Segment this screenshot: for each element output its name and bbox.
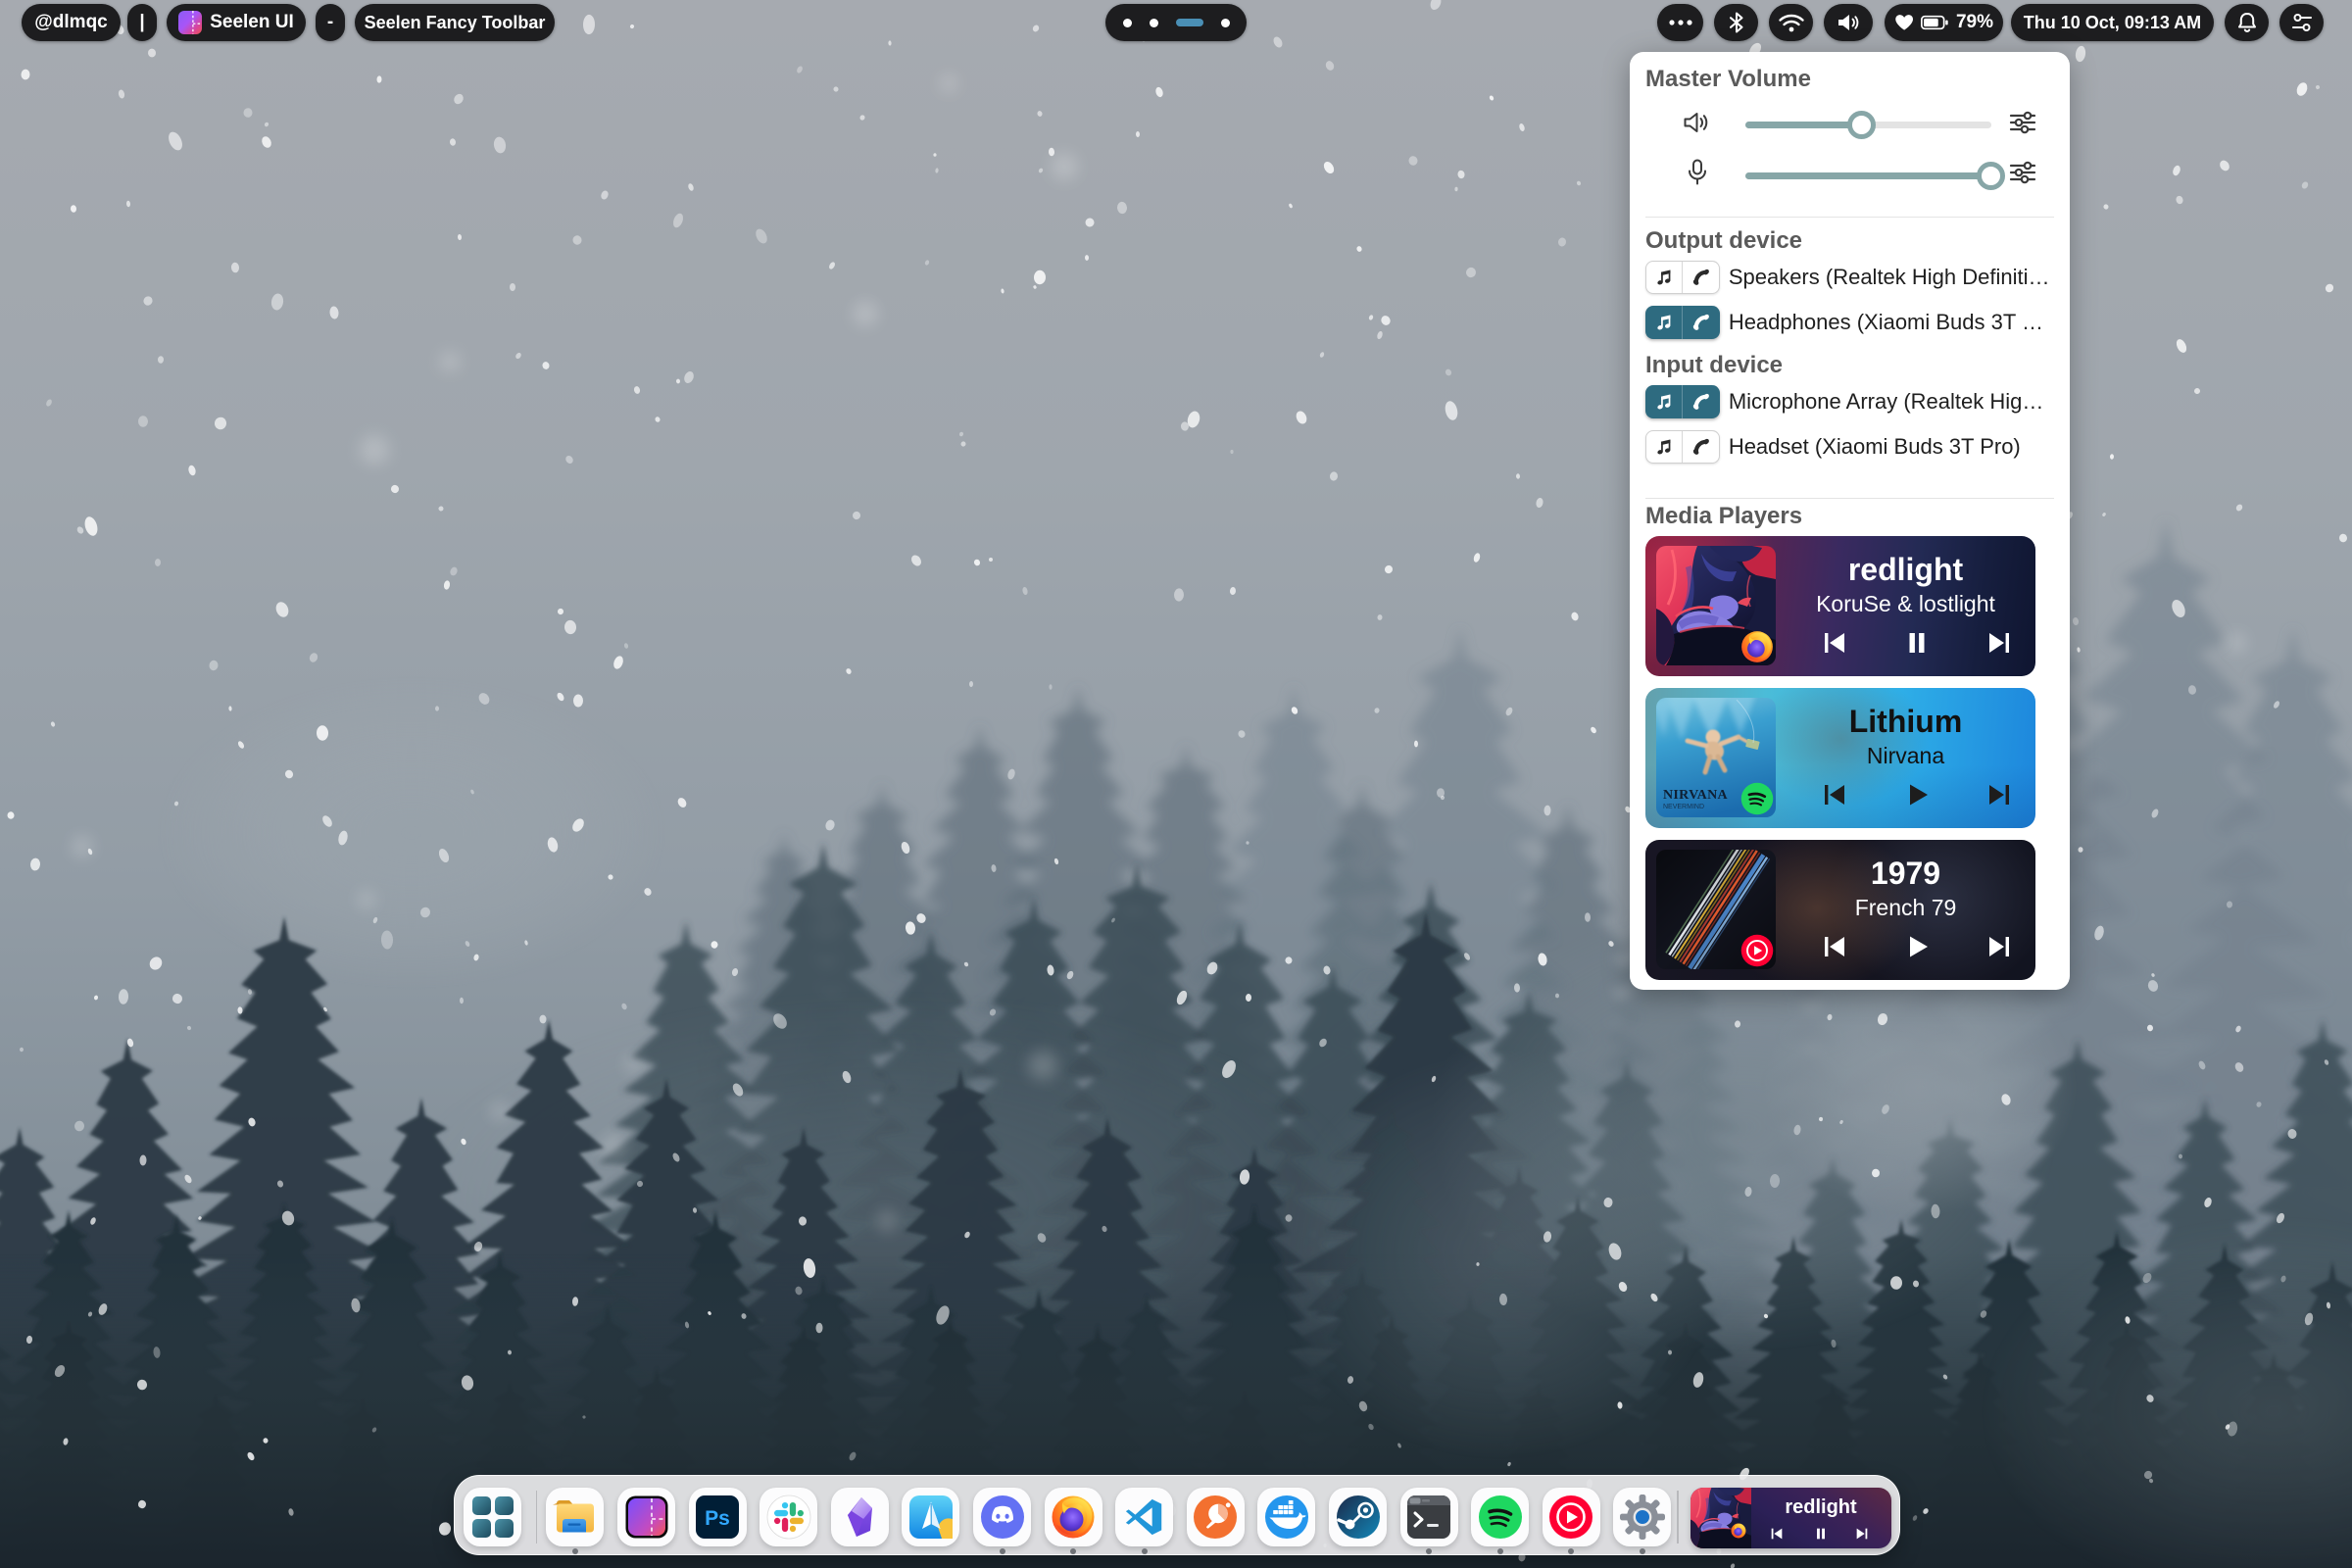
svg-text:NIRVANA: NIRVANA bbox=[1663, 788, 1729, 803]
svg-text:NEVERMIND: NEVERMIND bbox=[1663, 804, 1704, 810]
svg-text:Ps: Ps bbox=[705, 1507, 730, 1530]
